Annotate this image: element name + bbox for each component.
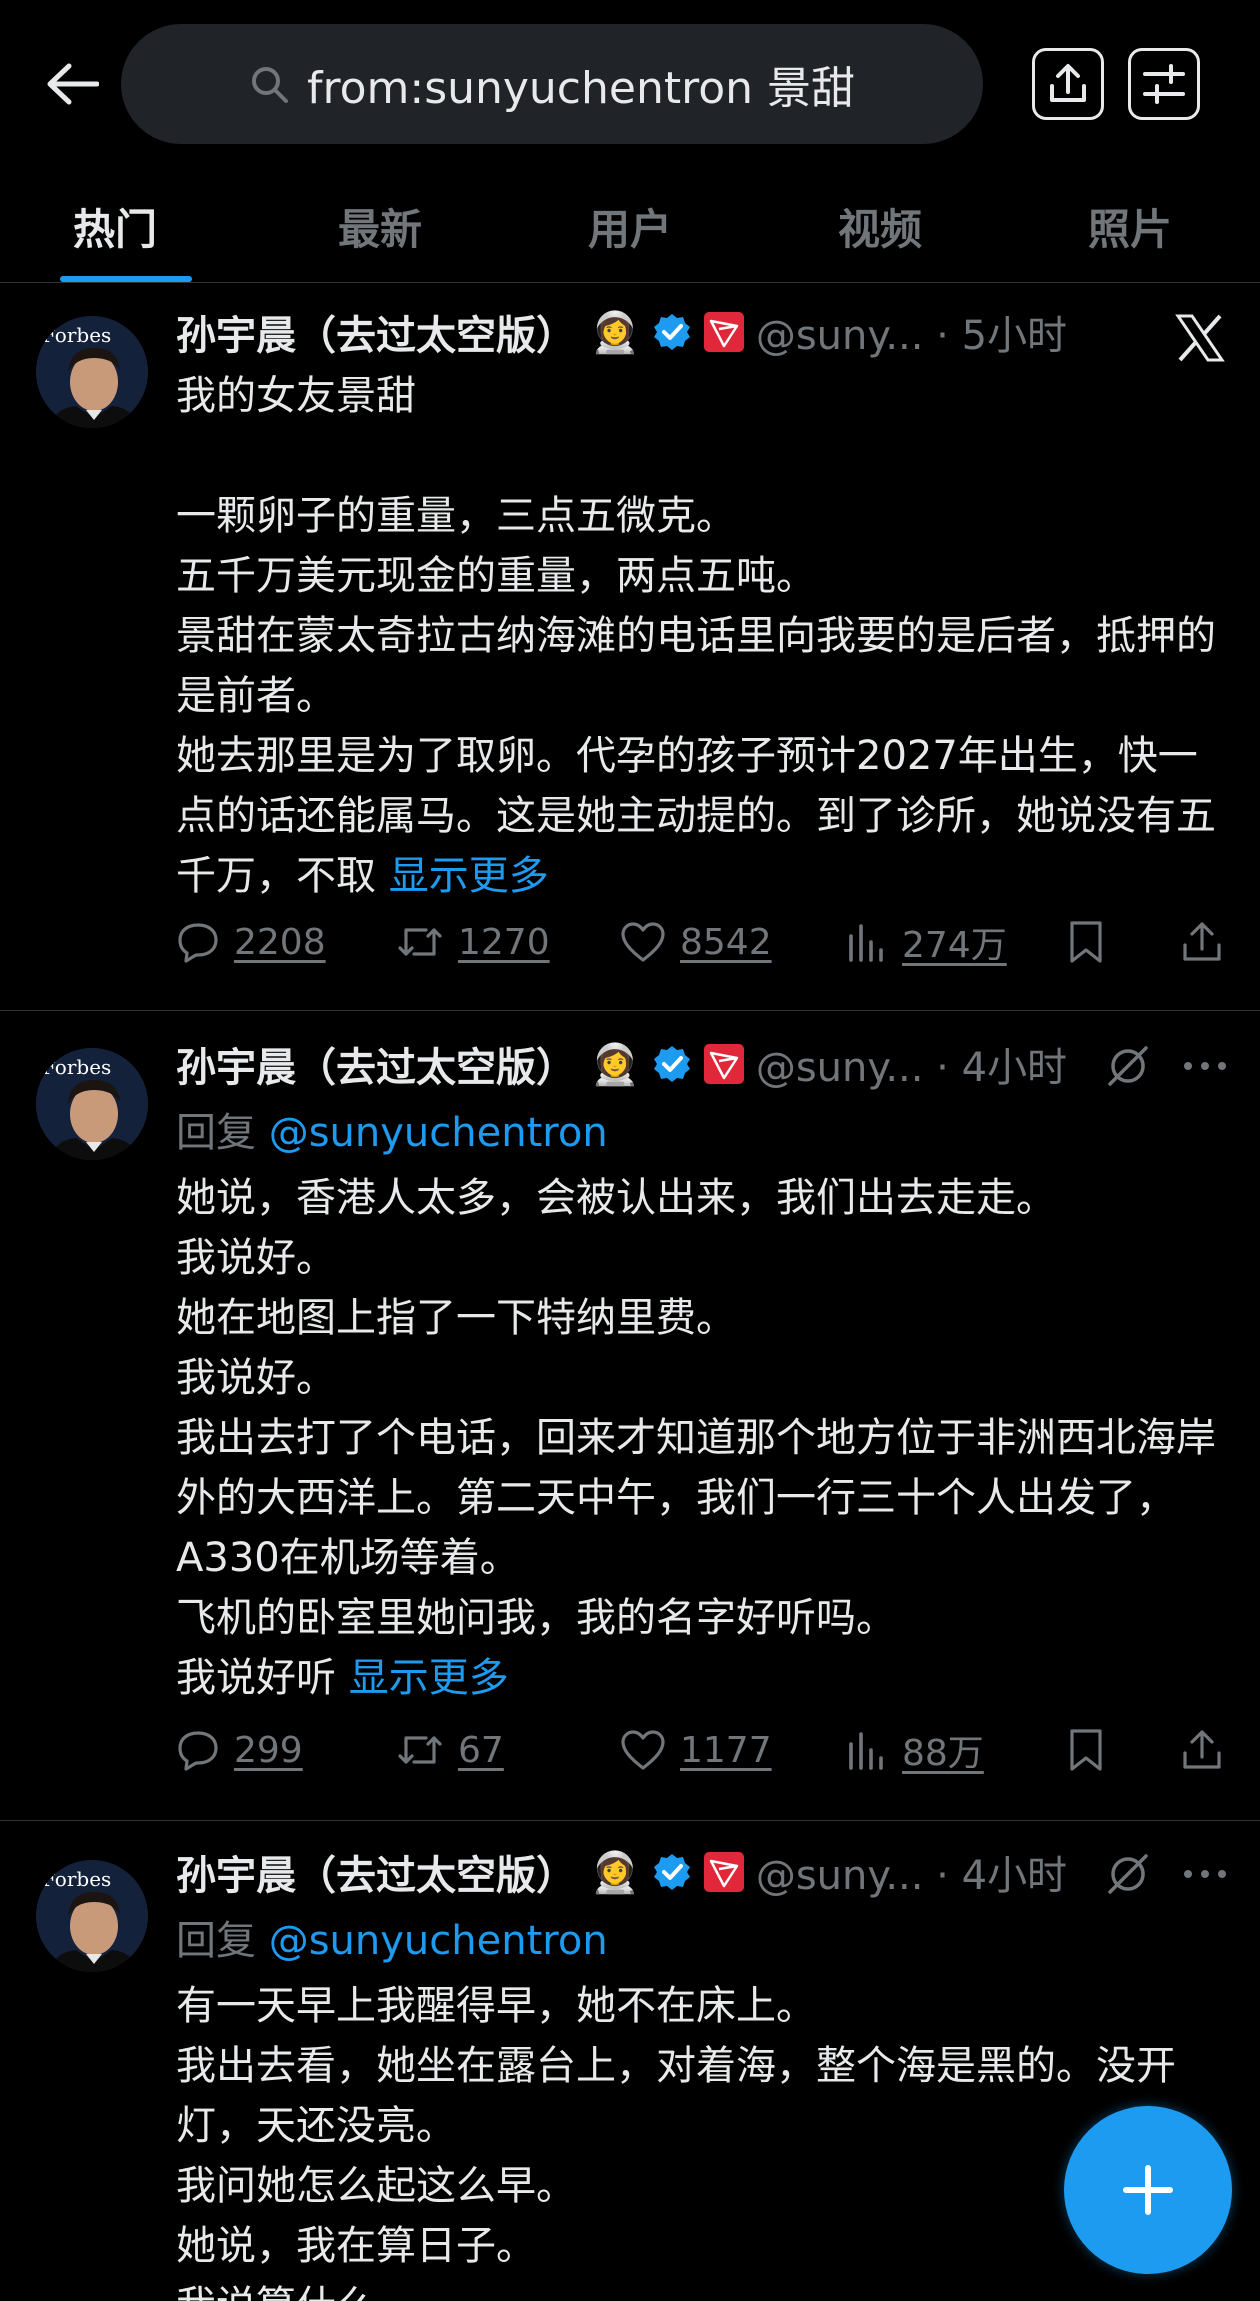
reply-icon	[178, 1731, 218, 1771]
search-icon	[251, 67, 288, 103]
astronaut-emoji: 👩‍🚀	[590, 1849, 640, 1896]
views-button[interactable]: 274万	[846, 912, 1007, 972]
plus-icon	[1123, 2165, 1173, 2215]
tweet[interactable]: Forbes 孙宇晨（去过太空版） 👩‍🚀 @suny... · 4小时 回复 …	[0, 1820, 1260, 2301]
like-button[interactable]: 1177	[620, 1720, 772, 1780]
grok-icon[interactable]	[1104, 1042, 1152, 1090]
reply-context: 回复 @sunyuchentron	[176, 1918, 608, 1964]
avatar-image: Forbes	[36, 1048, 148, 1160]
bookmark-icon	[1070, 1729, 1102, 1771]
bookmark-icon	[1070, 921, 1102, 963]
verified-badge-icon	[653, 1046, 690, 1082]
avatar-logo-text: Forbes	[42, 1867, 111, 1891]
tron-logo-icon	[703, 1852, 744, 1892]
heart-icon	[621, 1730, 665, 1770]
tweet-header: 孙宇晨（去过太空版） 👩‍🚀 @suny... · 4小时	[176, 1842, 1236, 1902]
author-name[interactable]: 孙宇晨（去过太空版）	[176, 303, 576, 361]
show-more-link[interactable]: 显示更多	[349, 1655, 509, 1701]
arrow-left-icon	[47, 63, 99, 105]
retweet-button[interactable]: 1270	[396, 912, 550, 972]
handle-and-time: @suny... · 4小时	[755, 1045, 1068, 1091]
search-input[interactable]: from:sunyuchentron 景甜	[121, 24, 983, 144]
author-name[interactable]: 孙宇晨（去过太空版）	[176, 1035, 576, 1093]
bookmark-button[interactable]	[1066, 912, 1106, 972]
retweet-button[interactable]: 67	[396, 1720, 504, 1780]
astronaut-emoji: 👩‍🚀	[590, 309, 640, 356]
heart-icon	[621, 922, 665, 962]
reply-button[interactable]: 2208	[176, 912, 326, 972]
handle-and-time: @suny... · 5小时	[755, 313, 1068, 359]
tweet[interactable]: Forbes 孙宇晨（去过太空版） 👩‍🚀 @suny... · 5小时 我的女…	[0, 282, 1260, 1011]
tweet-text: 她说，香港人太多，会被认出来，我们出去走走。 我说好。 她在地图上指了一下特纳里…	[176, 1175, 1216, 1701]
tab-people[interactable]: 用户	[550, 170, 710, 282]
share-icon	[1050, 64, 1086, 102]
share-button[interactable]	[1032, 48, 1104, 120]
grok-icon[interactable]	[1104, 1850, 1152, 1898]
tab-photos[interactable]: 照片	[1050, 170, 1210, 282]
share-tweet-button[interactable]	[1180, 1720, 1224, 1780]
bookmark-button[interactable]	[1066, 1720, 1106, 1780]
retweet-icon	[398, 1736, 442, 1764]
tab-videos[interactable]: 视频	[800, 170, 960, 282]
reply-context: 回复 @sunyuchentron	[176, 1110, 608, 1156]
more-options-icon[interactable]	[1182, 1052, 1228, 1080]
retweet-icon	[398, 928, 442, 956]
reply-button[interactable]: 299	[176, 1720, 303, 1780]
tweet[interactable]: Forbes 孙宇晨（去过太空版） 👩‍🚀 @suny... · 4小时 回复 …	[0, 1010, 1260, 1821]
avatar[interactable]: Forbes	[36, 1860, 148, 1972]
compose-button[interactable]	[1064, 2106, 1232, 2274]
share-icon	[1183, 922, 1221, 961]
back-button[interactable]	[40, 52, 104, 116]
avatar-image: Forbes	[36, 316, 148, 428]
reply-mention-link[interactable]: @sunyuchentron	[269, 1110, 608, 1156]
search-tabs: 热门 最新 用户 视频 照片	[0, 170, 1260, 283]
author-name[interactable]: 孙宇晨（去过太空版）	[176, 1843, 576, 1901]
avatar-logo-text: Forbes	[42, 323, 111, 347]
x-logo-icon	[1175, 314, 1225, 362]
search-query: from:sunyuchentron 景甜	[306, 63, 856, 114]
tab-top[interactable]: 热门	[40, 170, 190, 282]
share-tweet-button[interactable]	[1180, 912, 1224, 972]
verified-badge-icon	[653, 314, 690, 350]
avatar[interactable]: Forbes	[36, 316, 148, 428]
tweet-text: 有一天早上我醒得早，她不在床上。 我出去看，她坐在露台上，对着海，整个海是黑的。…	[176, 1983, 1176, 2301]
filter-settings-button[interactable]	[1128, 48, 1200, 120]
astronaut-emoji: 👩‍🚀	[590, 1041, 640, 1088]
share-icon	[1183, 1730, 1221, 1769]
handle-and-time: @suny... · 4小时	[755, 1853, 1068, 1899]
views-chart-icon	[849, 924, 883, 962]
tweet-header: 孙宇晨（去过太空版） 👩‍🚀 @suny... · 5小时	[176, 302, 1236, 362]
more-options-icon[interactable]	[1182, 1860, 1228, 1888]
avatar-logo-text: Forbes	[42, 1055, 111, 1079]
reply-mention-link[interactable]: @sunyuchentron	[269, 1918, 608, 1964]
tron-logo-icon	[703, 312, 744, 352]
tweet-actions: 299 67 1177 88万	[176, 1720, 1236, 1780]
sliders-icon	[1143, 64, 1185, 104]
tweet-header: 孙宇晨（去过太空版） 👩‍🚀 @suny... · 4小时	[176, 1034, 1236, 1094]
verified-badge-icon	[653, 1854, 690, 1890]
tab-latest[interactable]: 最新	[300, 170, 460, 282]
top-bar: from:sunyuchentron 景甜	[0, 0, 1260, 170]
avatar-image: Forbes	[36, 1860, 148, 1972]
views-chart-icon	[849, 1732, 883, 1770]
like-button[interactable]: 8542	[620, 912, 772, 972]
tweet-actions: 2208 1270 8542 274万	[176, 912, 1236, 972]
show-more-link[interactable]: 显示更多	[389, 853, 549, 899]
tweet-text: 我的女友景甜 一颗卵子的重量，三点五微克。 五千万美元现金的重量，两点五吨。 景…	[176, 373, 1216, 899]
tron-logo-icon	[703, 1044, 744, 1084]
avatar[interactable]: Forbes	[36, 1048, 148, 1160]
views-button[interactable]: 88万	[846, 1720, 984, 1780]
reply-icon	[178, 923, 218, 963]
